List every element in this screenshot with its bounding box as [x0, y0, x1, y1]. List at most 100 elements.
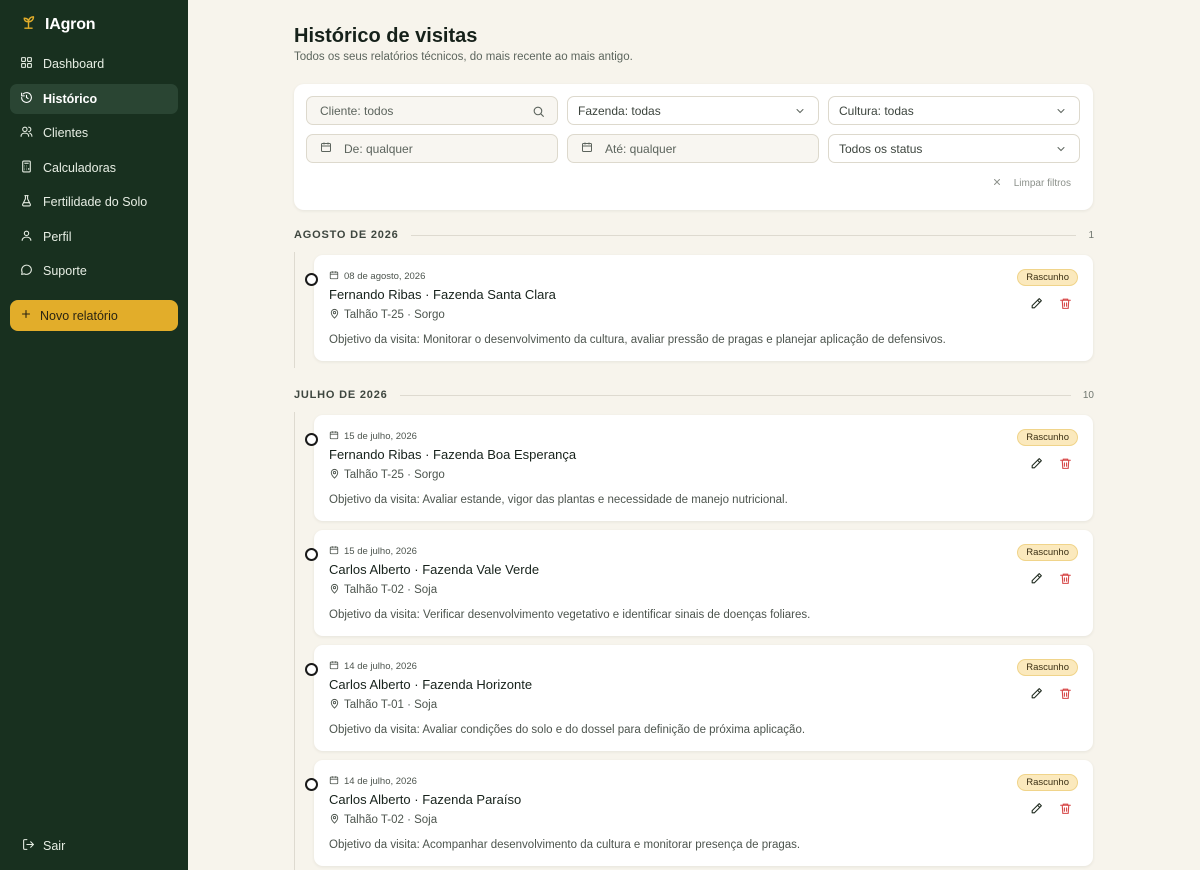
visit-date-text: 14 de julho, 2026	[344, 776, 417, 787]
month-group-label: AGOSTO DE 2026	[294, 229, 399, 241]
visit-plot-text: Talhão T-25 · Sorgo	[344, 469, 445, 481]
trash-icon	[1059, 297, 1072, 315]
visit-card[interactable]: 15 de julho, 2026 Carlos Alberto · Fazen…	[305, 530, 1093, 636]
sidebar-item-fertilidade-do-solo[interactable]: Fertilidade do Solo	[10, 187, 178, 217]
edit-button[interactable]	[1027, 572, 1045, 590]
visit-title: Fernando Ribas · Fazenda Boa Esperança	[329, 447, 577, 462]
clear-filters-button[interactable]: Limpar filtros	[992, 177, 1071, 190]
user-icon	[20, 229, 33, 245]
delete-button[interactable]	[1056, 572, 1074, 590]
visit-objective: Objetivo da visita: Acompanhar desenvolv…	[329, 839, 801, 851]
client-search-input[interactable]: Cliente: todos	[306, 96, 558, 125]
sidebar-item-calculadoras[interactable]: Calculadoras	[10, 153, 178, 183]
edit-button[interactable]	[1027, 297, 1045, 315]
location-pin-icon	[329, 813, 340, 827]
delete-button[interactable]	[1056, 802, 1074, 820]
location-pin-icon	[329, 698, 340, 712]
delete-button[interactable]	[1056, 297, 1074, 315]
visit-plot: Talhão T-01 · Soja	[329, 698, 437, 712]
calendar-icon	[581, 141, 593, 156]
delete-button[interactable]	[1056, 457, 1074, 475]
status-badge: Rascunho	[1017, 659, 1078, 676]
farm-select[interactable]: Fazenda: todas	[567, 96, 819, 125]
pencil-icon	[1030, 802, 1043, 820]
visit-card[interactable]: 14 de julho, 2026 Carlos Alberto · Fazen…	[305, 760, 1093, 866]
visit-card[interactable]: 14 de julho, 2026 Carlos Alberto · Fazen…	[305, 645, 1093, 751]
sidebar-item-perfil[interactable]: Perfil	[10, 222, 178, 252]
sidebar-item-label: Dashboard	[43, 57, 105, 71]
client-search-placeholder: Cliente: todos	[320, 103, 394, 118]
date-from-input[interactable]: De: qualquer	[306, 134, 558, 163]
timeline-dot	[305, 433, 318, 446]
timeline-line	[294, 252, 295, 368]
chevron-down-icon	[1055, 105, 1067, 120]
month-group-label: JULHO DE 2026	[294, 389, 388, 401]
sidebar-item-label: Fertilidade do Solo	[43, 195, 148, 209]
timeline-dot	[305, 548, 318, 561]
calendar-icon	[320, 141, 332, 156]
chevron-down-icon	[794, 105, 806, 120]
visit-card[interactable]: 15 de julho, 2026 Fernando Ribas · Fazen…	[305, 415, 1093, 521]
sprout-logo-icon	[20, 14, 37, 36]
edit-button[interactable]	[1027, 457, 1045, 475]
logout-button[interactable]: Sair	[22, 838, 65, 854]
calculator-icon	[20, 160, 33, 176]
pencil-icon	[1030, 457, 1043, 475]
new-report-button[interactable]: Novo relatório	[10, 300, 178, 331]
trash-icon	[1059, 802, 1072, 820]
brand[interactable]: IAgron	[20, 14, 96, 36]
sidebar-item-suporte[interactable]: Suporte	[10, 256, 178, 286]
visit-date-text: 14 de julho, 2026	[344, 661, 417, 672]
new-report-label: Novo relatório	[40, 308, 118, 323]
visit-objective: Objetivo da visita: Avaliar condições do…	[329, 724, 806, 736]
visit-date: 15 de julho, 2026	[329, 430, 417, 443]
trash-icon	[1059, 572, 1072, 590]
calendar-icon	[329, 775, 339, 788]
visit-date: 14 de julho, 2026	[329, 775, 417, 788]
visit-plot: Talhão T-02 · Soja	[329, 583, 437, 597]
delete-button[interactable]	[1056, 687, 1074, 705]
grid-icon	[20, 56, 33, 72]
divider	[410, 234, 1077, 236]
status-badge: Rascunho	[1017, 269, 1078, 286]
sidebar-item-clientes[interactable]: Clientes	[10, 118, 178, 148]
status-badge: Rascunho	[1017, 774, 1078, 791]
calendar-icon	[329, 430, 339, 443]
date-to-placeholder: Até: qualquer	[605, 141, 677, 156]
visit-date-text: 08 de agosto, 2026	[344, 271, 426, 282]
visit-plot: Talhão T-02 · Soja	[329, 813, 437, 827]
status-select[interactable]: Todos os status	[828, 134, 1080, 163]
visit-plot-text: Talhão T-01 · Soja	[344, 699, 438, 711]
sidebar-item-label: Clientes	[43, 126, 89, 140]
timeline-dot	[305, 273, 318, 286]
location-pin-icon	[329, 468, 340, 482]
month-group-header: AGOSTO DE 2026 1	[294, 229, 1094, 241]
location-pin-icon	[329, 583, 340, 597]
filters-panel: Cliente: todos Fazenda: todas Cultura: t…	[294, 84, 1093, 210]
location-pin-icon	[329, 308, 340, 322]
sidebar: IAgron Dashboard Histórico Clientes Calc…	[0, 0, 188, 870]
calendar-icon	[329, 660, 339, 673]
timeline-dot	[305, 778, 318, 791]
edit-button[interactable]	[1027, 802, 1045, 820]
farm-select-value: Fazenda: todas	[578, 103, 661, 118]
flask-icon	[20, 194, 33, 210]
logout-label: Sair	[43, 839, 66, 853]
visit-objective: Objetivo da visita: Avaliar estande, vig…	[329, 494, 788, 506]
sidebar-item-historico[interactable]: Histórico	[10, 83, 178, 114]
visit-card[interactable]: 08 de agosto, 2026 Fernando Ribas · Faze…	[305, 255, 1093, 361]
month-group-header: JULHO DE 2026 10	[294, 389, 1094, 401]
chevron-down-icon	[1055, 143, 1067, 158]
sidebar-item-dashboard[interactable]: Dashboard	[10, 49, 178, 79]
page-title: Histórico de visitas	[294, 25, 478, 47]
crop-select[interactable]: Cultura: todas	[828, 96, 1080, 125]
chat-icon	[20, 263, 33, 279]
clear-filters-label: Limpar filtros	[1013, 178, 1071, 189]
status-select-value: Todos os status	[839, 141, 923, 156]
date-to-input[interactable]: Até: qualquer	[567, 134, 819, 163]
page-subtitle: Todos os seus relatórios técnicos, do ma…	[294, 51, 633, 63]
visit-date: 15 de julho, 2026	[329, 545, 417, 558]
edit-button[interactable]	[1027, 687, 1045, 705]
sidebar-item-label: Perfil	[43, 229, 72, 244]
timeline-line	[294, 412, 295, 870]
